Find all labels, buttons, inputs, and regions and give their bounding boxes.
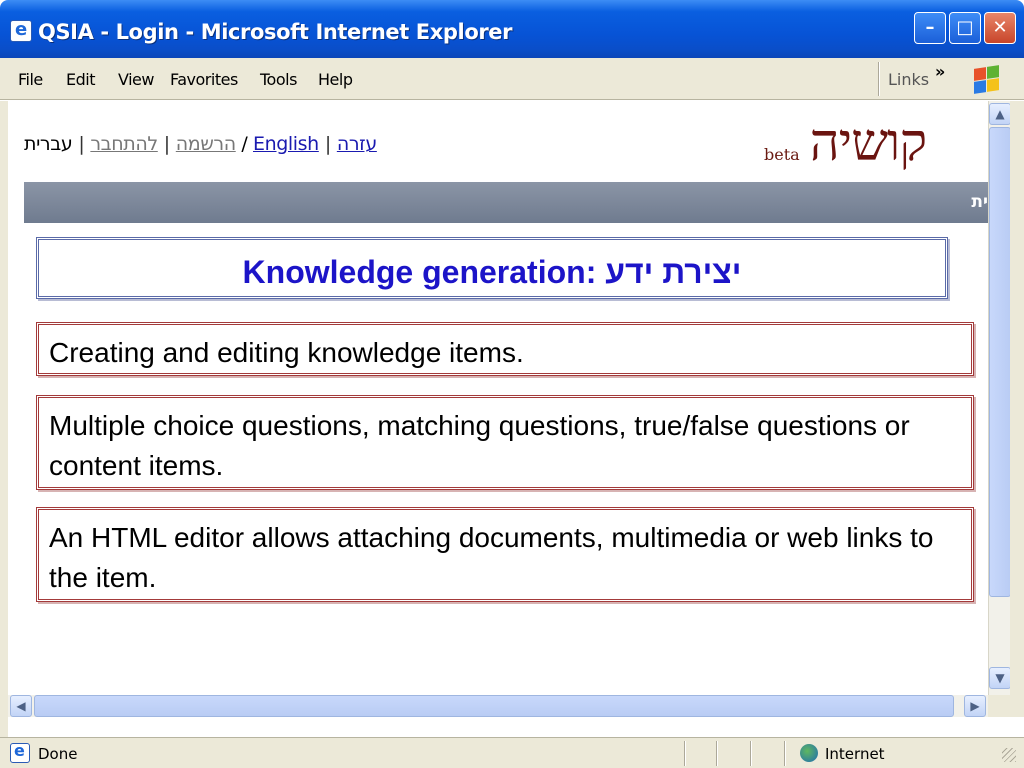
globe-icon — [800, 744, 818, 762]
window-title: QSIA - Login - Microsoft Internet Explor… — [38, 20, 513, 44]
windows-logo-icon — [966, 62, 1002, 96]
page-icon — [10, 741, 30, 763]
scroll-left-button[interactable]: ◀ — [10, 695, 32, 717]
menu-bar: File Edit View Favorites Tools Help Link… — [0, 58, 1024, 100]
bullet-box: An HTML editor allows attaching document… — [36, 507, 974, 602]
close-button[interactable]: ✕ — [984, 12, 1016, 44]
menu-favorites[interactable]: Favorites — [170, 70, 238, 89]
vertical-scrollbar[interactable]: ▲ ▼ — [988, 101, 1011, 695]
link-separator: | — [163, 133, 170, 155]
title-bar: QSIA - Login - Microsoft Internet Explor… — [0, 0, 1024, 58]
menu-edit[interactable]: Edit — [66, 70, 95, 89]
register-link[interactable]: הרשמה — [176, 133, 236, 155]
slide-heading-box: Knowledge generation: יצירת ידע — [36, 237, 948, 299]
resize-grip-icon[interactable] — [1002, 748, 1016, 762]
language-slash: / — [235, 133, 253, 155]
page-viewport: הרשמה|להתחבר|עברית / English | עזרה beta קו… — [8, 101, 988, 695]
security-zone: Internet — [825, 745, 885, 763]
menu-help[interactable]: Help — [318, 70, 353, 89]
status-bar: Done Internet — [0, 737, 1024, 768]
status-divider — [684, 741, 686, 766]
scroll-corner — [988, 695, 1024, 717]
scroll-right-button[interactable]: ▶ — [964, 695, 986, 717]
bullet-text: Creating and editing knowledge items. — [49, 337, 524, 368]
bullet-box: Creating and editing knowledge items. — [36, 322, 974, 376]
horizontal-scroll-thumb[interactable] — [34, 695, 954, 717]
status-divider — [716, 741, 718, 766]
login-link[interactable]: להתחבר — [90, 133, 158, 155]
top-links: הרשמה|להתחבר|עברית / English | עזרה — [24, 133, 377, 155]
link-separator: | — [78, 133, 85, 155]
beta-label: beta — [764, 145, 800, 164]
maximize-button[interactable]: □ — [949, 12, 981, 44]
status-divider — [784, 741, 786, 766]
bullet-text: Multiple choice questions, matching ques… — [49, 410, 910, 481]
ie-icon — [10, 19, 32, 42]
menu-tools[interactable]: Tools — [260, 70, 297, 89]
link-separator: | — [324, 133, 331, 155]
window-frame-left — [0, 101, 8, 737]
slide-heading: Knowledge generation: יצירת ידע — [242, 254, 742, 290]
horizontal-scrollbar[interactable]: ◀ ▶ — [8, 695, 988, 717]
bullet-box: Multiple choice questions, matching ques… — [36, 395, 974, 490]
help-link[interactable]: עזרה — [337, 133, 377, 155]
bullet-text: An HTML editor allows attaching document… — [49, 522, 934, 593]
links-label[interactable]: Links — [888, 70, 929, 89]
minimize-button[interactable]: – — [914, 12, 946, 44]
window-frame-right — [1010, 101, 1024, 717]
nav-bar-text: ית — [971, 192, 988, 212]
toolbar-divider — [878, 62, 880, 96]
scroll-up-button[interactable]: ▲ — [989, 103, 1011, 125]
chevron-right-icon[interactable]: » — [935, 62, 945, 81]
menu-file[interactable]: File — [18, 70, 43, 89]
english-link[interactable]: English — [253, 133, 319, 155]
status-text: Done — [38, 745, 78, 763]
site-logo: beta קושיה — [764, 113, 927, 173]
menu-view[interactable]: View — [118, 70, 154, 89]
logo-name: קושיה — [809, 113, 927, 173]
hebrew-label: עברית — [24, 133, 73, 155]
nav-bar: ית — [24, 182, 988, 223]
status-divider — [750, 741, 752, 766]
scroll-down-button[interactable]: ▼ — [989, 667, 1011, 689]
vertical-scroll-thumb[interactable] — [989, 127, 1011, 597]
